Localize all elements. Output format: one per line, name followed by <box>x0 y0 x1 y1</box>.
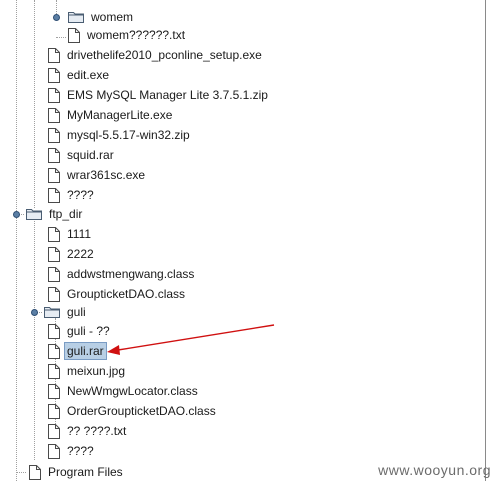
file-tree: womem womem??????.txt drivethelife2010_p… <box>0 0 495 481</box>
watermark: www.wooyun.org <box>378 462 491 478</box>
red-annotation-arrow <box>107 324 275 355</box>
